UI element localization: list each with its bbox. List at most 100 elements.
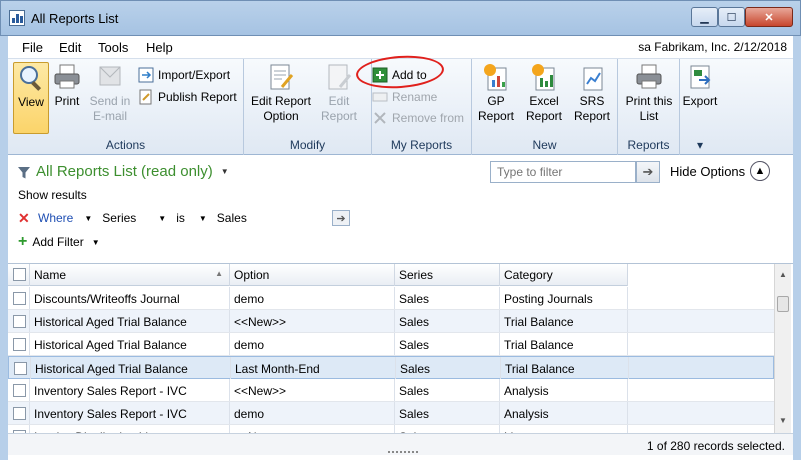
column-divider — [394, 287, 395, 309]
scroll-thumb[interactable] — [777, 296, 789, 312]
column-divider — [627, 287, 628, 309]
resize-grip[interactable] — [388, 451, 418, 455]
title-bar: All Reports List ▁ ☐ ✕ — [0, 0, 801, 36]
column-divider — [627, 425, 628, 433]
apply-filter-button[interactable]: ➔ — [332, 210, 350, 226]
operator-dropdown-icon[interactable]: ▼ — [199, 214, 207, 223]
column-divider — [627, 333, 628, 355]
cell-category: Analysis — [504, 407, 549, 421]
export-button[interactable]: Export — [682, 62, 718, 109]
row-checkbox[interactable] — [13, 292, 26, 305]
print-button[interactable]: Print — [50, 62, 84, 109]
column-divider — [394, 333, 395, 355]
select-all-checkbox[interactable] — [13, 268, 26, 281]
edit-document-icon — [266, 62, 296, 92]
publish-report-button[interactable]: Publish Report — [138, 89, 237, 105]
column-divider — [229, 379, 230, 401]
export-icon — [685, 62, 715, 92]
row-checkbox[interactable] — [13, 384, 26, 397]
edit-report-button[interactable]: Edit Report — [318, 62, 360, 124]
group-my-reports: Add to Rename Remove from My Reports — [372, 59, 472, 155]
list-title[interactable]: All Reports List (read only) ▼ — [18, 163, 229, 180]
filter-go-button[interactable]: ➔ — [636, 161, 660, 183]
column-divider — [29, 310, 30, 332]
menu-edit[interactable]: Edit — [59, 40, 81, 55]
col-header-series[interactable]: Series — [395, 264, 500, 286]
plus-icon: + — [18, 233, 28, 250]
column-divider — [499, 402, 500, 424]
add-to-button[interactable]: Add to — [372, 67, 427, 83]
group-new: GP Report Excel Report SRS Report New — [472, 59, 618, 155]
cell-name: Historical Aged Trial Balance — [35, 362, 188, 376]
view-button[interactable]: View — [13, 62, 49, 134]
group-modify: Edit Report Option Edit Report Modify — [244, 59, 372, 155]
column-divider — [29, 333, 30, 355]
group-label-actions: Actions — [105, 138, 146, 152]
filter-value[interactable]: Sales — [217, 211, 247, 225]
cell-series: Sales — [399, 384, 430, 398]
row-checkbox[interactable] — [13, 338, 26, 351]
menu-file[interactable]: File — [22, 40, 43, 55]
print-list-button[interactable]: Print this List — [624, 62, 674, 124]
window-frame-left — [0, 36, 8, 460]
row-checkbox[interactable] — [13, 315, 26, 328]
email-send-icon — [95, 62, 125, 92]
collapse-options-button[interactable]: ▲ — [750, 161, 770, 181]
where-dropdown-icon[interactable]: ▼ — [84, 214, 92, 223]
cell-category: Trial Balance — [505, 362, 575, 376]
cell-series: Sales — [399, 292, 430, 306]
column-divider — [627, 402, 628, 424]
add-filter-button[interactable]: + Add Filter ▼ — [18, 233, 100, 250]
export-dropdown-icon[interactable]: ▾ — [680, 138, 720, 152]
where-label[interactable]: Where — [38, 211, 73, 225]
column-divider — [229, 310, 230, 332]
import-export-button[interactable]: Import/Export — [138, 67, 230, 83]
add-to-icon — [372, 67, 388, 83]
filter-search-input[interactable] — [490, 161, 636, 183]
rename-button[interactable]: Rename — [372, 89, 437, 105]
column-divider — [499, 425, 500, 433]
menu-tools[interactable]: Tools — [98, 40, 128, 55]
scroll-up-icon[interactable]: ▲ — [779, 270, 787, 279]
remove-filter-icon[interactable]: ✕ — [18, 211, 32, 225]
col-header-category[interactable]: Category — [500, 264, 628, 286]
select-all-checkbox-cell — [8, 264, 30, 286]
filter-operator[interactable]: is — [176, 211, 185, 225]
field-dropdown-icon[interactable]: ▼ — [158, 214, 166, 223]
cell-name: Inventory Sales Report - IVC — [34, 384, 187, 398]
edit-report-option-button[interactable]: Edit Report Option — [250, 62, 312, 124]
table-row[interactable]: Historical Aged Trial Balance demo Sales Tr… — [8, 333, 774, 356]
remove-from-button[interactable]: Remove from — [372, 110, 464, 126]
column-divider — [229, 333, 230, 355]
table-row[interactable]: Inventory Sales Report - IVC demo Sales Ana… — [8, 402, 774, 425]
col-header-option[interactable]: Option — [230, 264, 395, 286]
cell-option: demo — [234, 292, 265, 306]
status-bar: 1 of 280 records selected. — [8, 433, 793, 455]
column-divider — [395, 357, 396, 379]
table-row[interactable]: Invoice Distribution List<<New>>SalesLis… — [8, 425, 774, 433]
print-list-icon — [634, 62, 664, 92]
send-email-button[interactable]: Send in E-mail — [86, 62, 134, 124]
excel-report-button[interactable]: Excel Report — [524, 62, 564, 124]
table-row[interactable]: Discounts/Writeoffs Journal demo Sales Post… — [8, 287, 774, 310]
app-chart-icon — [9, 10, 25, 26]
scroll-down-icon[interactable]: ▼ — [779, 416, 787, 425]
row-checkbox[interactable] — [14, 362, 27, 375]
hide-options-link[interactable]: Hide Options — [670, 164, 745, 179]
gp-report-button[interactable]: GP Report — [478, 62, 514, 124]
vertical-scrollbar[interactable]: ▲ ▼ — [774, 264, 791, 433]
srs-report-button[interactable]: SRS Report — [572, 62, 612, 124]
col-header-name[interactable]: Name ▲ — [30, 264, 230, 286]
cell-series: Sales — [399, 407, 430, 421]
table-row[interactable]: Inventory Sales Report - IVC <<New>> Sales… — [8, 379, 774, 402]
column-divider — [229, 287, 230, 309]
maximize-button[interactable]: ☐ — [718, 7, 745, 27]
minimize-button[interactable]: ▁ — [691, 7, 718, 27]
filter-field[interactable]: Series — [102, 211, 136, 225]
table-row[interactable]: Historical Aged Trial Balance Last Month-… — [8, 356, 774, 379]
reports-grid: Name ▲ Option Series Category Discounts/… — [8, 263, 793, 433]
row-checkbox[interactable] — [13, 407, 26, 420]
table-row[interactable]: Historical Aged Trial Balance <<New>> Sale… — [8, 310, 774, 333]
menu-help[interactable]: Help — [146, 40, 173, 55]
close-button[interactable]: ✕ — [745, 7, 793, 27]
